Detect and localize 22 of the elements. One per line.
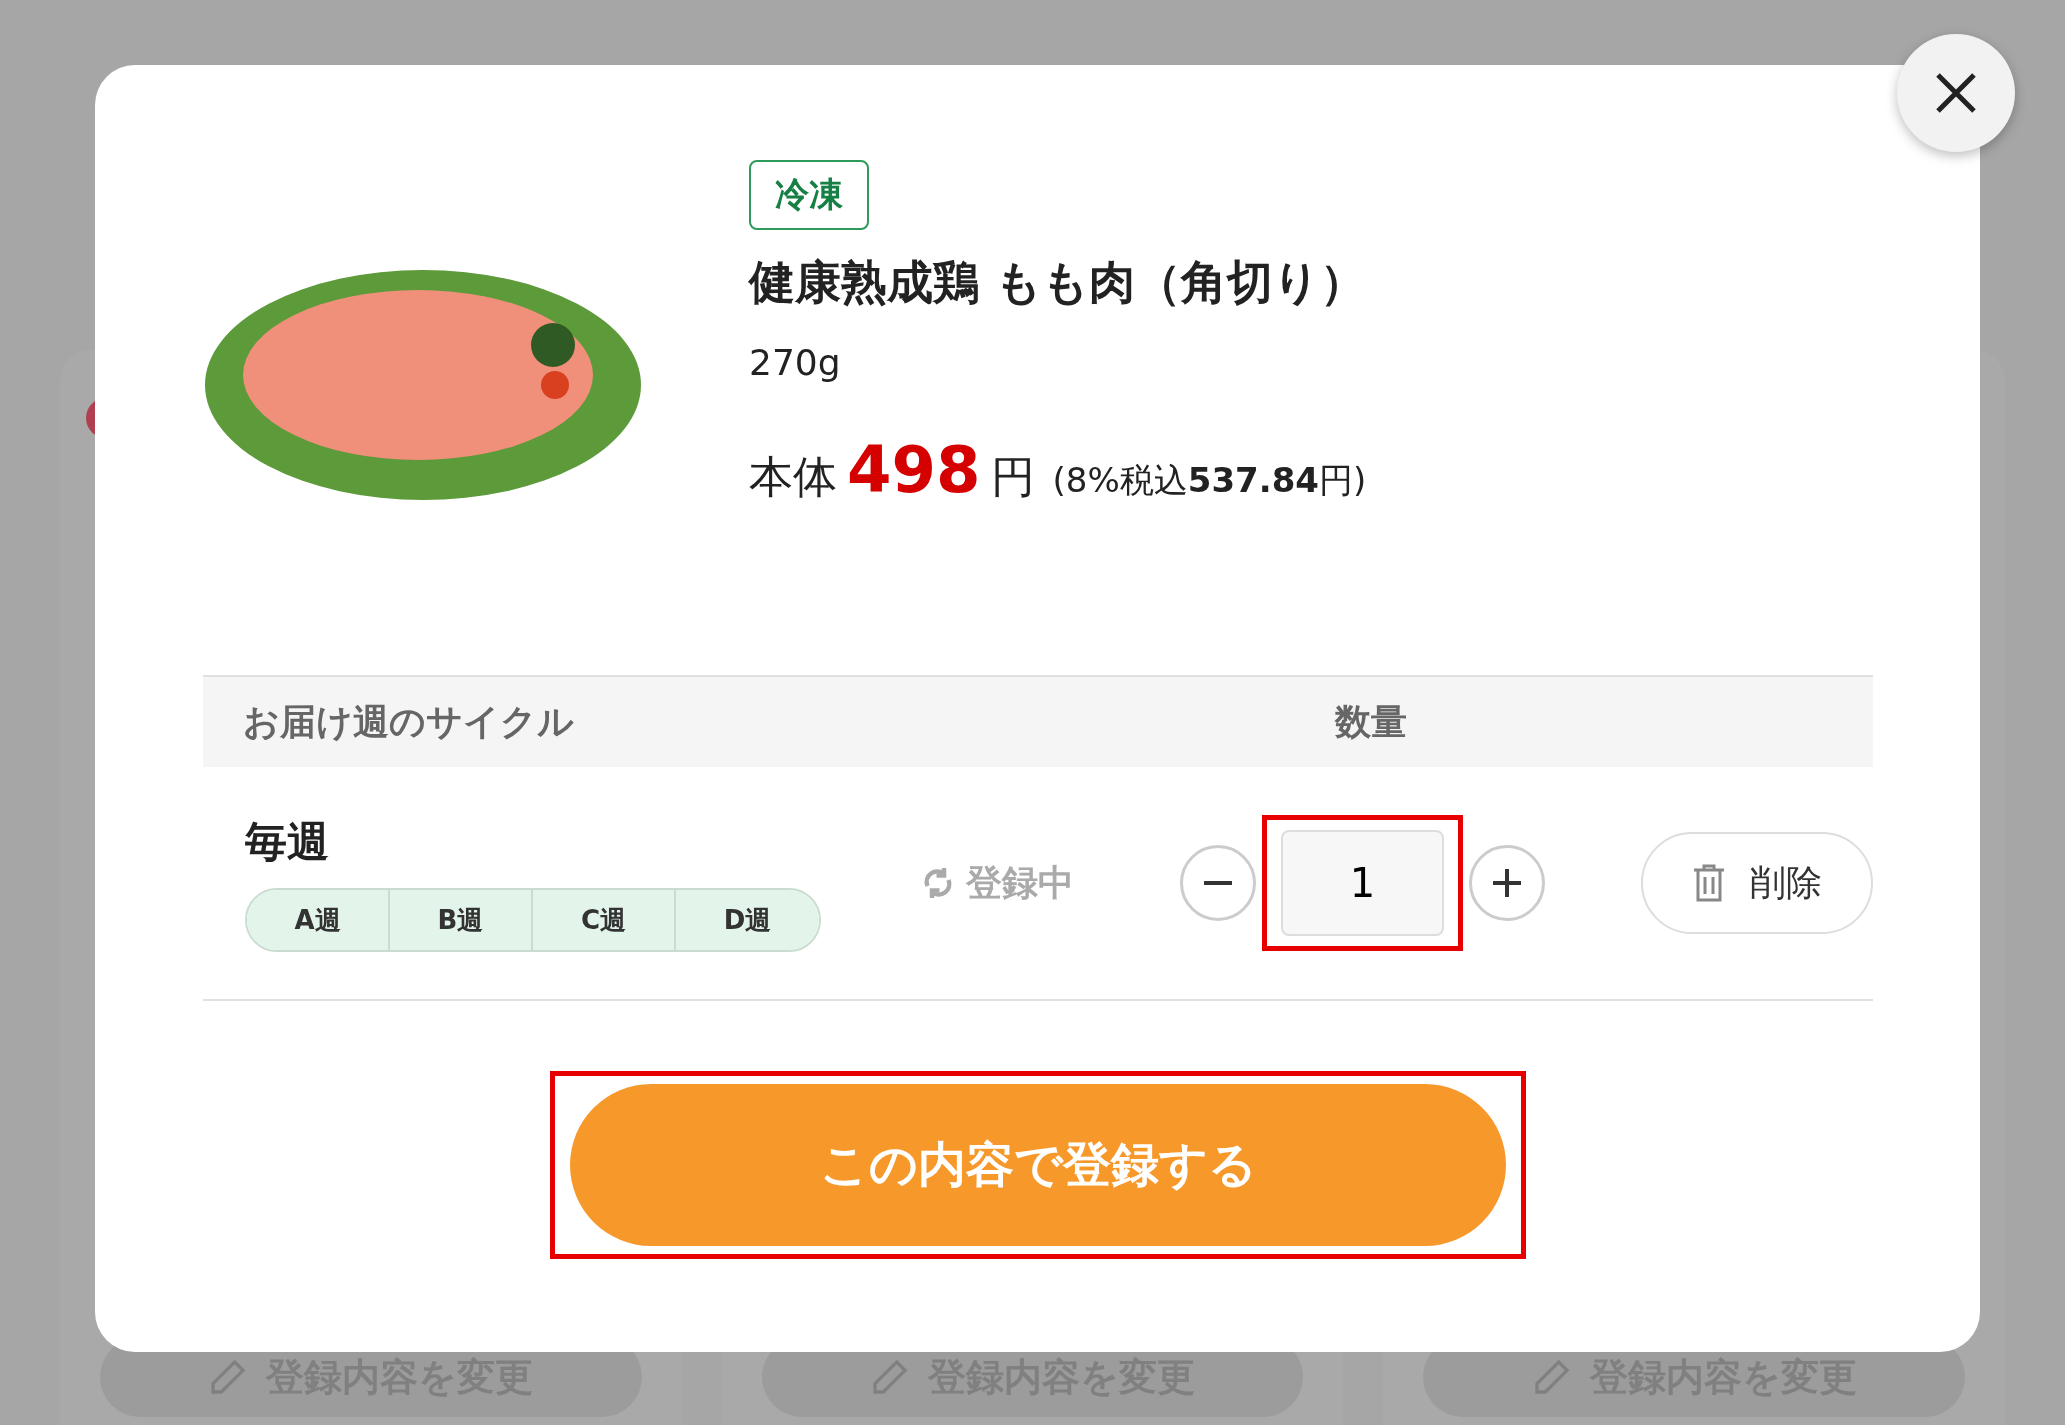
pencil-icon xyxy=(870,1357,910,1397)
trash-icon xyxy=(1692,863,1726,903)
product-weight: 270g xyxy=(749,342,841,383)
frozen-tag: 冷凍 xyxy=(749,160,869,230)
week-option[interactable]: D週 xyxy=(676,890,819,950)
close-button[interactable] xyxy=(1897,34,2015,152)
column-header: お届け週のサイクル xyxy=(242,699,575,744)
delete-button[interactable]: 削除 xyxy=(1641,832,1873,934)
price: 498 xyxy=(847,433,981,507)
column-header: 数量 xyxy=(1335,699,1407,744)
week-option[interactable]: B週 xyxy=(390,890,533,950)
price-unit: 円 xyxy=(990,450,1035,504)
week-option[interactable]: A週 xyxy=(247,890,390,950)
minus-icon xyxy=(1204,881,1232,885)
price-label: 本体 xyxy=(749,450,837,504)
status-label: 登録中 xyxy=(966,860,1074,905)
week-option[interactable]: C週 xyxy=(533,890,676,950)
close-icon xyxy=(1934,71,1978,115)
quantity-field[interactable]: 1 xyxy=(1281,830,1444,936)
tax-included-price: (8%税込537.84円) xyxy=(1052,459,1367,502)
cycle-label: 毎週 xyxy=(245,816,329,868)
product-name: 健康熟成鶏 もも肉（角切り） xyxy=(749,254,1366,311)
